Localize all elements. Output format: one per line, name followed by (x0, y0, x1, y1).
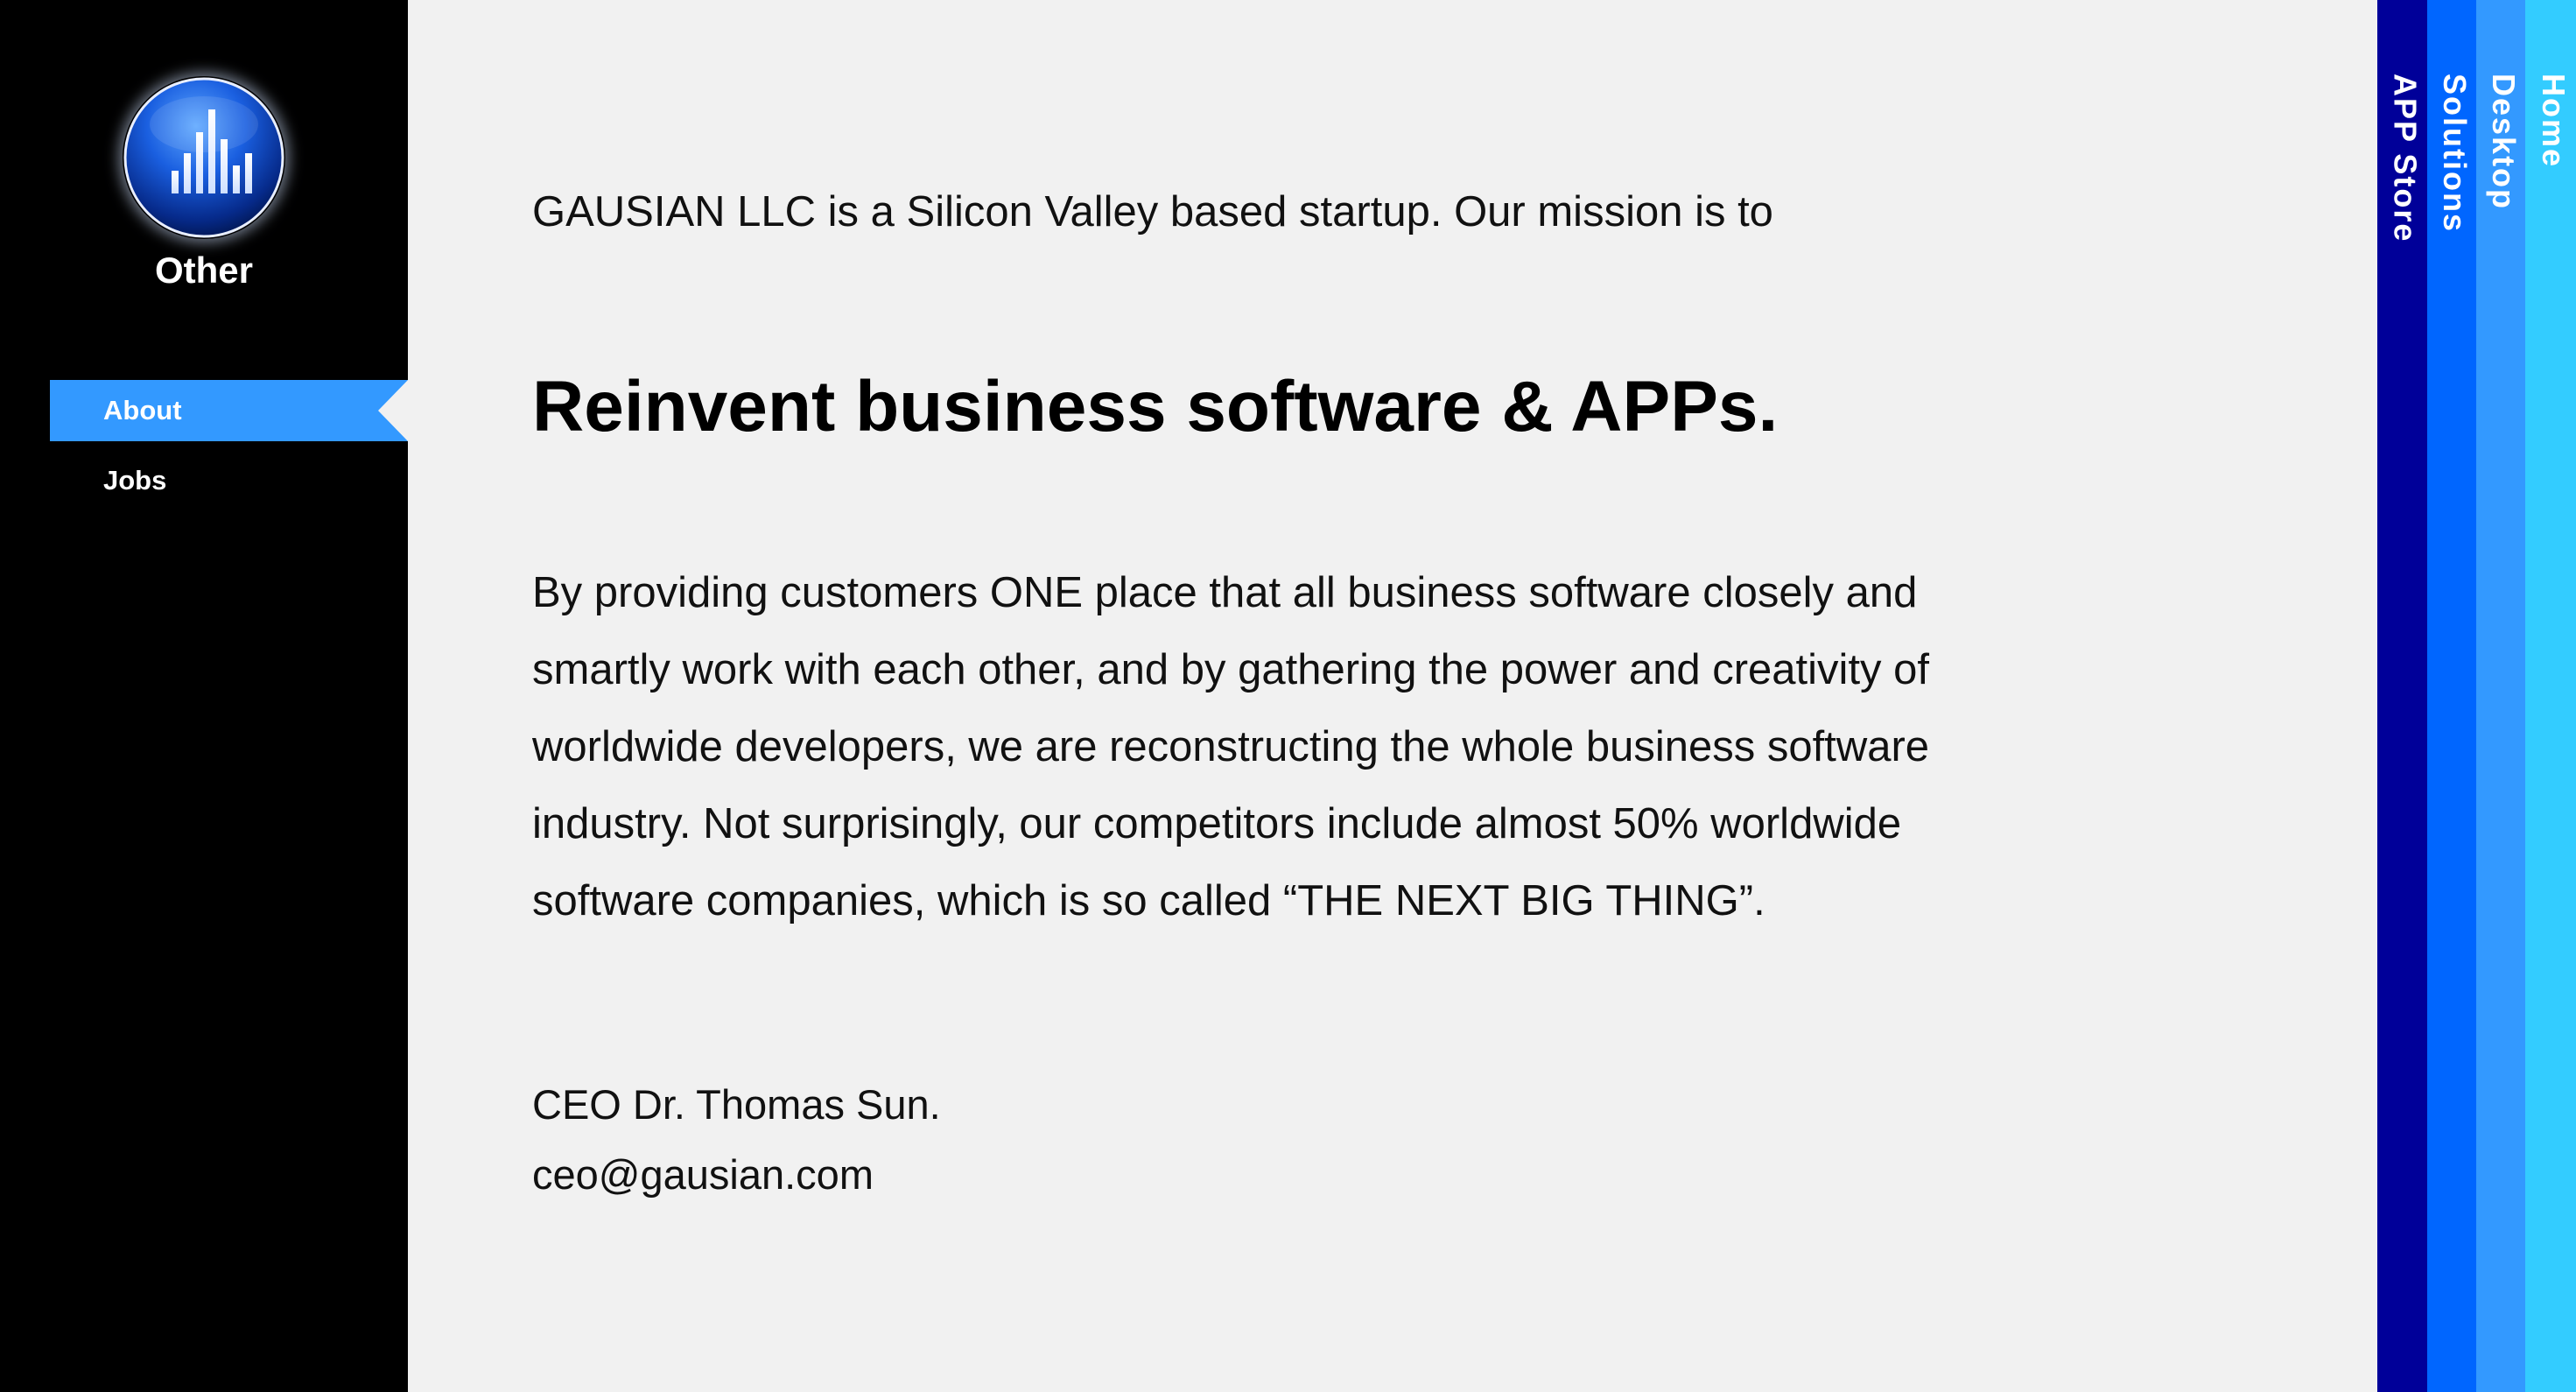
description-line: smartly work with each other, and by gat… (532, 646, 1930, 693)
description-line: By providing customers ONE place that al… (532, 569, 1918, 616)
logo[interactable] (123, 76, 285, 239)
tab-desktop[interactable]: Desktop (2476, 0, 2525, 1392)
description-line: worldwide developers, we are reconstruct… (532, 723, 1930, 770)
signature-name: CEO Dr. Thomas Sun. (532, 1081, 941, 1128)
description-line: industry. Not surprisingly, our competit… (532, 800, 1902, 847)
intro-text: GAUSIAN LLC is a Silicon Valley based st… (532, 188, 1773, 236)
page: Other About Jobs GAUSIAN LLC is a Silico… (0, 0, 2576, 1392)
main-content: GAUSIAN LLC is a Silicon Valley based st… (408, 0, 2377, 1392)
tab-label: Home (2536, 74, 2572, 169)
sidebar-item-about[interactable]: About (50, 380, 408, 441)
tab-home[interactable]: Home (2525, 0, 2576, 1392)
signature-email-link[interactable]: ceo@gausian.com (532, 1151, 874, 1198)
right-nav: APP Store Solutions Desktop Home (2377, 0, 2576, 1392)
tab-label: Desktop (2486, 74, 2522, 211)
sidebar-item-jobs[interactable]: Jobs (50, 450, 408, 511)
description-line: software companies, which is so called “… (532, 877, 1765, 924)
tab-label: APP Store (2387, 74, 2424, 243)
sidebar: Other About Jobs (0, 0, 408, 1392)
bar-chart-globe-icon (123, 77, 284, 238)
section-title: Other (154, 250, 253, 291)
tab-app-store[interactable]: APP Store (2377, 0, 2427, 1392)
signature: CEO Dr. Thomas Sun. ceo@gausian.com (532, 1070, 941, 1210)
headline: Reinvent business software & APPs. (532, 367, 1779, 446)
description: By providing customers ONE place that al… (532, 554, 2195, 939)
side-nav: About Jobs (50, 380, 408, 511)
tab-solutions[interactable]: Solutions (2427, 0, 2476, 1392)
tab-label: Solutions (2437, 74, 2473, 233)
